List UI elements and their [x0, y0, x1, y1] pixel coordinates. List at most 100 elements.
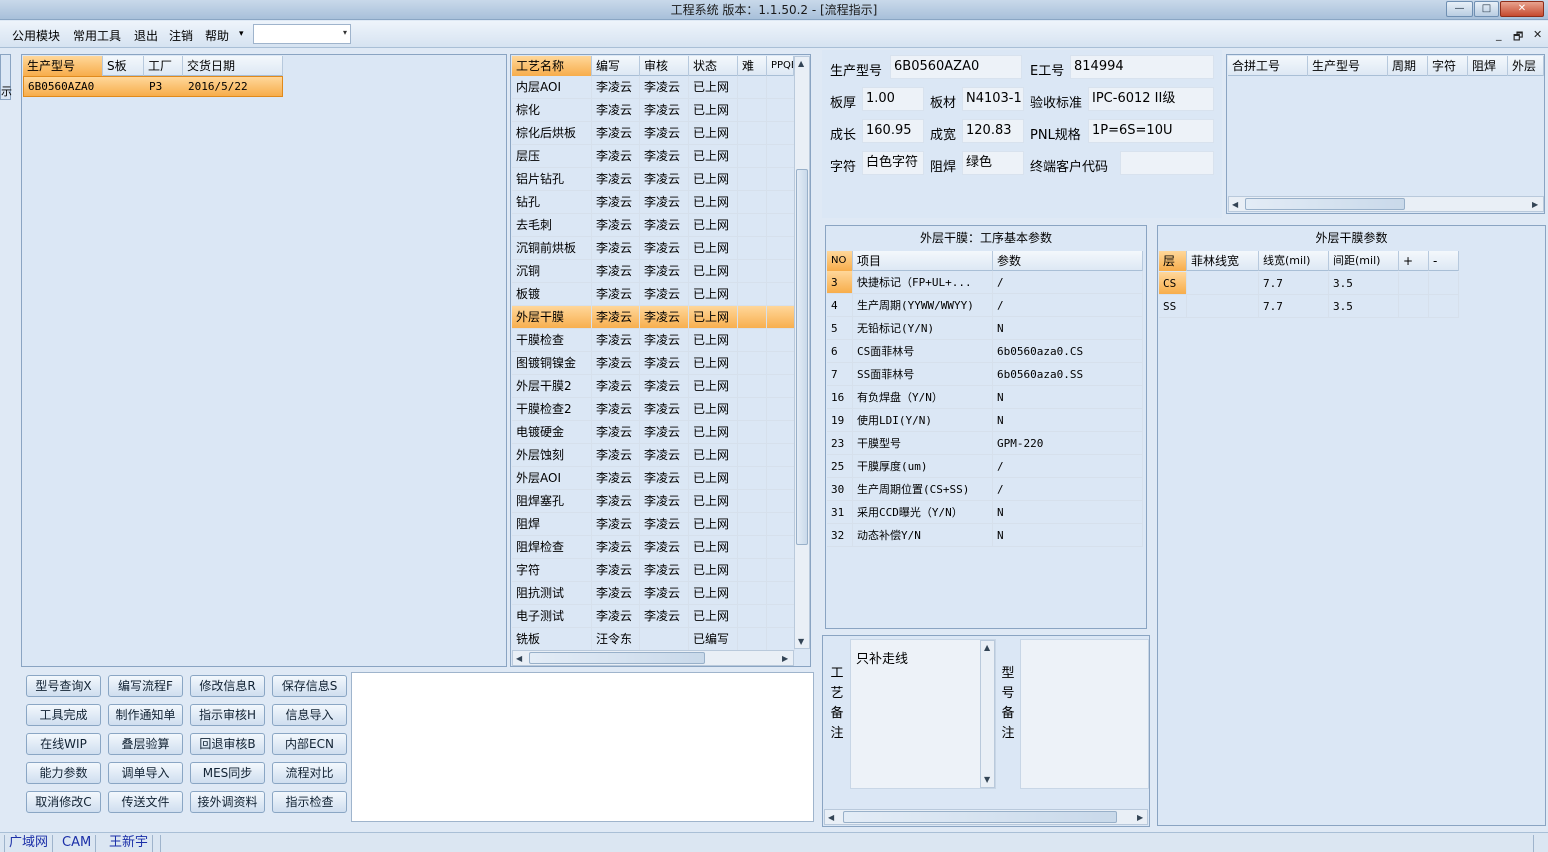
col-delivery-date[interactable]: 交货日期	[183, 56, 283, 76]
table-row[interactable]: 19 使用LDI(Y/N) N	[827, 409, 1143, 432]
table-row[interactable]: 32 动态补偿Y/N N	[827, 524, 1143, 547]
col-merge-model[interactable]: 生产型号	[1308, 56, 1388, 76]
scroll-left-icon[interactable]: ◀	[1232, 200, 1238, 209]
scroll-up-icon[interactable]: ▲	[984, 643, 990, 652]
rollback-review-button[interactable]: 回退审核B	[190, 733, 265, 755]
table-row[interactable]: 棕化 李凌云 李凌云 已上网	[512, 99, 795, 122]
table-row[interactable]: 图镀铜镍金 李凌云 李凌云 已上网	[512, 352, 795, 375]
table-row[interactable]: 5 无铅标记(Y/N) N	[827, 317, 1143, 340]
col-model[interactable]: 生产型号	[23, 56, 103, 76]
send-file-button[interactable]: 传送文件	[108, 791, 183, 813]
scroll-left-icon[interactable]: ◀	[828, 813, 834, 822]
edit-flow-button[interactable]: 编写流程F	[108, 675, 183, 697]
model-field[interactable]: 6B0560AZA0	[890, 55, 1022, 79]
customer-field[interactable]	[1120, 151, 1214, 175]
remark-vertical-scrollbar[interactable]: ▲ ▼	[980, 640, 995, 788]
table-row[interactable]: 铝片钻孔 李凌云 李凌云 已上网	[512, 168, 795, 191]
external-data-button[interactable]: 接外调资料	[190, 791, 265, 813]
col-merge-char[interactable]: 字符	[1428, 56, 1468, 76]
table-row[interactable]: 板镀 李凌云 李凌云 已上网	[512, 283, 795, 306]
menu-help[interactable]: 帮助	[205, 27, 229, 44]
model-query-button[interactable]: 型号查询X	[26, 675, 101, 697]
char-field[interactable]: 白色字符	[862, 151, 924, 175]
remarks-horizontal-scrollbar[interactable]: ◀ ▶	[824, 809, 1148, 825]
menu-common-tools[interactable]: 常用工具	[73, 27, 121, 44]
modify-info-button[interactable]: 修改信息R	[190, 675, 265, 697]
menu-public-modules[interactable]: 公用模块	[12, 27, 60, 44]
make-notice-button[interactable]: 制作通知单	[108, 704, 183, 726]
table-row[interactable]: 电子测试 李凌云 李凌云 已上网	[512, 605, 795, 628]
table-row[interactable]: 层压 李凌云 李凌云 已上网	[512, 145, 795, 168]
table-row[interactable]: 阻焊 李凌云 李凌云 已上网	[512, 513, 795, 536]
col-factory[interactable]: 工厂	[144, 56, 183, 76]
scroll-down-icon[interactable]: ▼	[798, 637, 804, 646]
table-row[interactable]: 干膜检查 李凌云 李凌云 已上网	[512, 329, 795, 352]
stackup-check-button[interactable]: 叠层验算	[108, 733, 183, 755]
table-row[interactable]: 铣板 汪令东 已编写	[512, 628, 795, 651]
process-vertical-scrollbar[interactable]: ▲ ▼	[794, 56, 810, 649]
material-field[interactable]: N4103-1	[962, 87, 1024, 111]
table-row[interactable]: 外层AOI 李凌云 李凌云 已上网	[512, 467, 795, 490]
length-field[interactable]: 160.95	[862, 119, 924, 143]
table-row[interactable]: 31 采用CCD曝光（Y/N） N	[827, 501, 1143, 524]
save-info-button[interactable]: 保存信息S	[272, 675, 347, 697]
table-row[interactable]: 外层干膜 李凌云 李凌云 已上网	[512, 306, 795, 329]
minimize-button[interactable]: —	[1446, 1, 1473, 17]
mask-field[interactable]: 绿色	[962, 151, 1024, 175]
side-collapse-tab[interactable]: 示	[0, 54, 12, 100]
table-row[interactable]: 6 CS面菲林号 6b0560aza0.CS	[827, 340, 1143, 363]
col-s-board[interactable]: S板	[103, 56, 144, 76]
table-row[interactable]: 7 SS面菲林号 6b0560aza0.SS	[827, 363, 1143, 386]
chevron-down-icon[interactable]: ▾	[343, 28, 347, 37]
col-reviewer[interactable]: 审核	[640, 56, 689, 76]
scroll-left-icon[interactable]: ◀	[516, 654, 522, 663]
scroll-thumb[interactable]	[843, 811, 1117, 823]
mdi-restore-icon[interactable]: 🗗	[1513, 28, 1523, 47]
thickness-field[interactable]: 1.00	[862, 87, 924, 111]
cancel-modify-button[interactable]: 取消修改C	[26, 791, 101, 813]
import-order-button[interactable]: 调单导入	[108, 762, 183, 784]
table-row[interactable]: 6B0560AZA0 P3 2016/5/22	[23, 76, 283, 97]
mes-sync-button[interactable]: MES同步	[190, 762, 265, 784]
mdi-minimize-icon[interactable]: _	[1496, 28, 1502, 41]
col-difficulty[interactable]: 难	[738, 56, 767, 76]
compare-flow-button[interactable]: 流程对比	[272, 762, 347, 784]
col-status[interactable]: 状态	[689, 56, 738, 76]
table-row[interactable]: 干膜检查2 李凌云 李凌云 已上网	[512, 398, 795, 421]
table-row[interactable]: 外层蚀刻 李凌云 李凌云 已上网	[512, 444, 795, 467]
col-param[interactable]: 参数	[993, 251, 1143, 271]
width-field[interactable]: 120.83	[962, 119, 1024, 143]
menu-exit[interactable]: 退出	[134, 27, 158, 44]
scroll-thumb[interactable]	[1245, 198, 1405, 210]
col-plus[interactable]: +	[1399, 251, 1429, 271]
merge-horizontal-scrollbar[interactable]: ◀ ▶	[1228, 196, 1544, 212]
check-instruction-button[interactable]: 指示检查	[272, 791, 347, 813]
message-textarea[interactable]	[351, 672, 814, 822]
pnl-field[interactable]: 1P=6S=10U	[1088, 119, 1214, 143]
scroll-right-icon[interactable]: ▶	[1532, 200, 1538, 209]
table-row[interactable]: 棕化后烘板 李凌云 李凌云 已上网	[512, 122, 795, 145]
table-row[interactable]: 30 生产周期位置(CS+SS) /	[827, 478, 1143, 501]
close-button[interactable]: ✕	[1500, 1, 1544, 17]
table-row[interactable]: 外层干膜2 李凌云 李凌云 已上网	[512, 375, 795, 398]
process-remark-textarea[interactable]: 只补走线 ▲ ▼	[850, 639, 996, 789]
maximize-button[interactable]: □	[1474, 1, 1499, 17]
table-row[interactable]: 16 有负焊盘（Y/N） N	[827, 386, 1143, 409]
capability-params-button[interactable]: 能力参数	[26, 762, 101, 784]
scroll-down-icon[interactable]: ▼	[984, 775, 990, 784]
model-remark-textarea[interactable]	[1020, 639, 1149, 789]
col-merge-outer[interactable]: 外层	[1508, 56, 1544, 76]
col-merge-mask[interactable]: 阻焊	[1468, 56, 1508, 76]
col-merge-period[interactable]: 周期	[1388, 56, 1428, 76]
menu-logout[interactable]: 注销	[169, 27, 193, 44]
table-row[interactable]: 电镀硬金 李凌云 李凌云 已上网	[512, 421, 795, 444]
table-row[interactable]: CS 7.7 3.5	[1159, 272, 1459, 295]
eno-field[interactable]: 814994	[1070, 55, 1214, 79]
table-row[interactable]: 23 干膜型号 GPM-220	[827, 432, 1143, 455]
import-info-button[interactable]: 信息导入	[272, 704, 347, 726]
internal-ecn-button[interactable]: 内部ECN	[272, 733, 347, 755]
mdi-close-icon[interactable]: ✕	[1533, 28, 1542, 41]
online-wip-button[interactable]: 在线WIP	[26, 733, 101, 755]
scroll-right-icon[interactable]: ▶	[1137, 813, 1143, 822]
table-row[interactable]: 阻焊检查 李凌云 李凌云 已上网	[512, 536, 795, 559]
